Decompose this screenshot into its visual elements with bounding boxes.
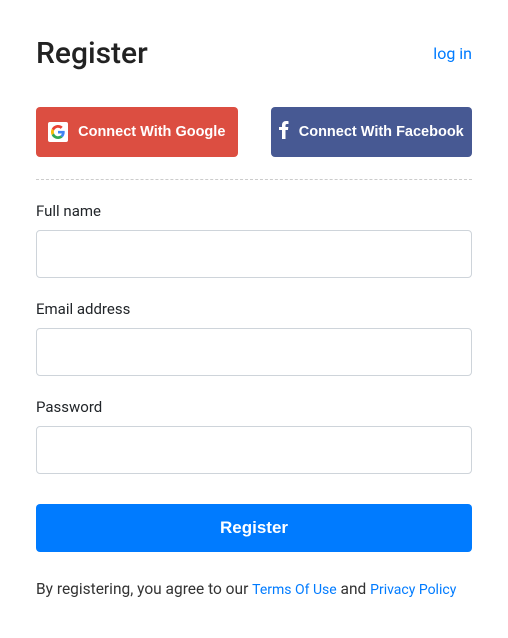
google-connect-button[interactable]: Connect With Google [36, 107, 238, 157]
email-label: Email address [36, 300, 472, 318]
password-label: Password [36, 398, 472, 416]
email-input[interactable] [36, 328, 472, 376]
google-button-label: Connect With Google [78, 124, 225, 140]
facebook-button-label: Connect With Facebook [299, 124, 464, 140]
agree-text: By registering, you agree to our Terms O… [36, 580, 472, 598]
page-title: Register [36, 36, 148, 71]
agree-prefix: By registering, you agree to our [36, 580, 252, 598]
login-link[interactable]: log in [433, 44, 472, 63]
fullname-label: Full name [36, 202, 472, 220]
password-group: Password [36, 398, 472, 474]
facebook-icon [279, 121, 289, 143]
register-submit-button[interactable]: Register [36, 504, 472, 552]
password-input[interactable] [36, 426, 472, 474]
header-row: Register log in [36, 36, 472, 71]
agree-middle: and [337, 580, 370, 598]
google-icon [48, 122, 68, 142]
divider [36, 179, 472, 180]
terms-link[interactable]: Terms Of Use [252, 582, 337, 598]
social-login-row: Connect With Google Connect With Faceboo… [36, 107, 472, 157]
privacy-link[interactable]: Privacy Policy [370, 582, 456, 598]
fullname-input[interactable] [36, 230, 472, 278]
email-group: Email address [36, 300, 472, 376]
facebook-connect-button[interactable]: Connect With Facebook [271, 107, 473, 157]
fullname-group: Full name [36, 202, 472, 278]
